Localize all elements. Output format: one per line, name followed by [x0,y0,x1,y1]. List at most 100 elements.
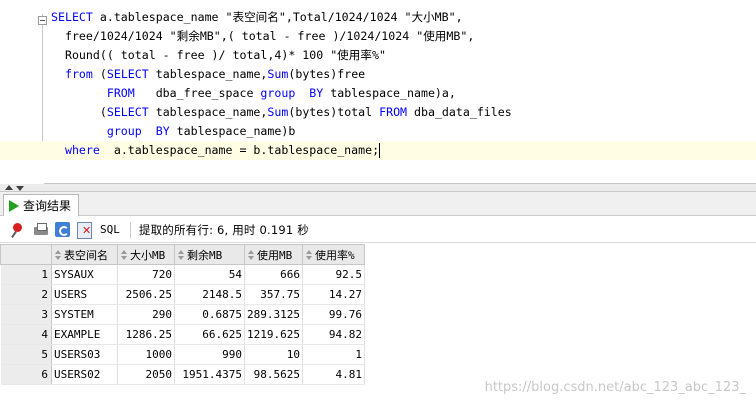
code-line[interactable]: (SELECT tablespace_name,Sum(bytes)total … [0,103,756,122]
cell-value[interactable]: 0.6875 [174,304,245,325]
sql-keyword: BY [155,124,170,138]
cell-value[interactable]: 1 [302,344,365,365]
sql-function: Sum [267,67,289,81]
pane-splitter[interactable] [0,184,756,192]
column-header-tablespace-name[interactable]: 表空间名 [51,244,118,265]
code-line[interactable]: Round(( total - free )/ total,4)* 100 "使… [0,46,756,65]
row-number[interactable]: 1 [0,264,52,285]
table-row[interactable]: 6 USERS02 2050 1951.4375 98.5625 4.81 [0,364,365,385]
sql-keyword: FROM [379,105,408,119]
cell-value[interactable]: 14.27 [302,284,365,305]
cell-value[interactable]: 990 [174,344,245,365]
code-text: (bytes)total [288,105,380,119]
cell-value[interactable]: 2506.25 [117,284,175,305]
print-icon[interactable] [32,221,50,239]
code-line[interactable]: free/1024/1024 "剩余MB",( total - free )/1… [0,27,756,46]
sort-icon[interactable] [55,250,62,261]
sort-icon[interactable] [178,250,185,261]
table-row[interactable]: 2 USERS 2506.25 2148.5 357.75 14.27 [0,284,365,305]
code-line[interactable]: SELECT a.tablespace_name "表空间名",Total/10… [0,8,756,27]
cell-value[interactable]: 289.3125 [244,304,303,325]
cell-value[interactable]: 1951.4375 [174,364,245,385]
column-header-size-mb[interactable]: 大小MB [117,244,175,265]
text-caret [379,143,381,158]
cell-value[interactable]: 2050 [117,364,175,385]
cell-value[interactable]: 720 [117,264,175,285]
cell-value[interactable]: 290 [117,304,175,325]
cell-tablespace-name[interactable]: EXAMPLE [51,324,118,345]
watermark: https://blog.csdn.net/abc_123_abc_123_ [484,380,746,395]
code-line[interactable]: FROM dba_free_space group BY tablespace_… [0,84,756,103]
sql-function: Sum [267,105,289,119]
cell-value[interactable]: 357.75 [244,284,303,305]
toolbar-divider [129,221,131,238]
code-text: a.tablespace_name "表空间名",Total/1024/1024… [92,10,463,24]
table-row[interactable]: 3 SYSTEM 290 0.6875 289.3125 99.76 [0,304,365,325]
code-line[interactable]: where a.tablespace_name = b.tablespace_n… [0,141,756,160]
cell-value[interactable]: 54 [174,264,245,285]
fetch-status: 提取的所有行: 6, 用时 0.191 秒 [138,222,309,237]
cell-value[interactable]: 98.5625 [244,364,303,385]
row-number[interactable]: 4 [0,324,52,345]
sort-icon[interactable] [121,250,128,261]
cell-value[interactable]: 94.82 [302,324,365,345]
column-header-used-mb[interactable]: 使用MB [244,244,303,265]
column-header-usage-rate[interactable]: 使用率% [302,244,365,265]
cell-tablespace-name[interactable]: USERS03 [51,344,118,365]
row-number[interactable]: 3 [0,304,52,325]
cell-value[interactable]: 666 [244,264,303,285]
row-number-header[interactable] [0,244,52,265]
code-text: ( [92,67,107,81]
cell-tablespace-name[interactable]: SYSTEM [51,304,118,325]
table-row[interactable]: 5 USERS03 1000 990 10 1 [0,344,365,365]
sql-editor[interactable]: SELECT a.tablespace_name "表空间名",Total/10… [0,0,756,184]
cell-tablespace-name[interactable]: SYSAUX [51,264,118,285]
cell-tablespace-name[interactable]: USERS02 [51,364,118,385]
sql-keyword: where [64,143,100,157]
code-text: dba_data_files [407,105,512,119]
cell-tablespace-name[interactable]: USERS [51,284,118,305]
code-text: ( [51,105,107,119]
cell-value[interactable]: 99.76 [302,304,365,325]
header-row: 表空间名 大小MB 剩余MB 使用MB 使用率% [0,244,365,265]
sql-keyword: BY [309,86,324,100]
cell-value[interactable]: 92.5 [302,264,365,285]
code-text: dba_free_space [134,86,261,100]
collapse-down-icon[interactable] [16,186,24,191]
cell-value[interactable]: 4.81 [302,364,365,385]
sort-icon[interactable] [248,250,255,261]
refresh-icon[interactable] [54,221,72,239]
table-row[interactable]: 1 SYSAUX 720 54 666 92.5 [0,264,365,285]
column-header-free-mb[interactable]: 剩余MB [174,244,245,265]
code-text: tablespace_name, [148,67,268,81]
results-tabbar: 查询结果 [0,192,756,216]
cell-value[interactable]: 66.625 [174,324,245,345]
cell-value[interactable]: 10 [244,344,303,365]
cancel-query-icon[interactable] [76,221,94,239]
row-number[interactable]: 6 [0,364,52,385]
code-line[interactable]: group BY tablespace_name)b [0,122,756,141]
tab-query-results[interactable]: 查询结果 [3,194,79,216]
table-row[interactable]: 4 EXAMPLE 1286.25 66.625 1219.625 94.82 [0,324,365,345]
results-grid[interactable]: 表空间名 大小MB 剩余MB 使用MB 使用率% 1 SYSAUX 720 54 666… [0,244,756,401]
code-line[interactable]: from (SELECT tablespace_name,Sum(bytes)f… [0,65,756,84]
cell-value[interactable]: 1286.25 [117,324,175,345]
results-table: 表空间名 大小MB 剩余MB 使用MB 使用率% 1 SYSAUX 720 54 666… [0,244,365,385]
sort-icon[interactable] [306,250,313,261]
row-number[interactable]: 2 [0,284,52,305]
code-text: (bytes)free [288,67,366,81]
sql-button[interactable]: SQL [100,223,120,236]
row-number[interactable]: 5 [0,344,52,365]
cell-value[interactable]: 1219.625 [244,324,303,345]
sql-keyword: FROM [106,86,135,100]
pin-icon[interactable] [10,221,28,239]
play-icon [9,199,19,212]
collapse-up-icon[interactable] [5,185,13,190]
cell-value[interactable]: 2148.5 [174,284,245,305]
code-text: tablespace_name)b [169,124,296,138]
cell-value[interactable]: 1000 [117,344,175,365]
